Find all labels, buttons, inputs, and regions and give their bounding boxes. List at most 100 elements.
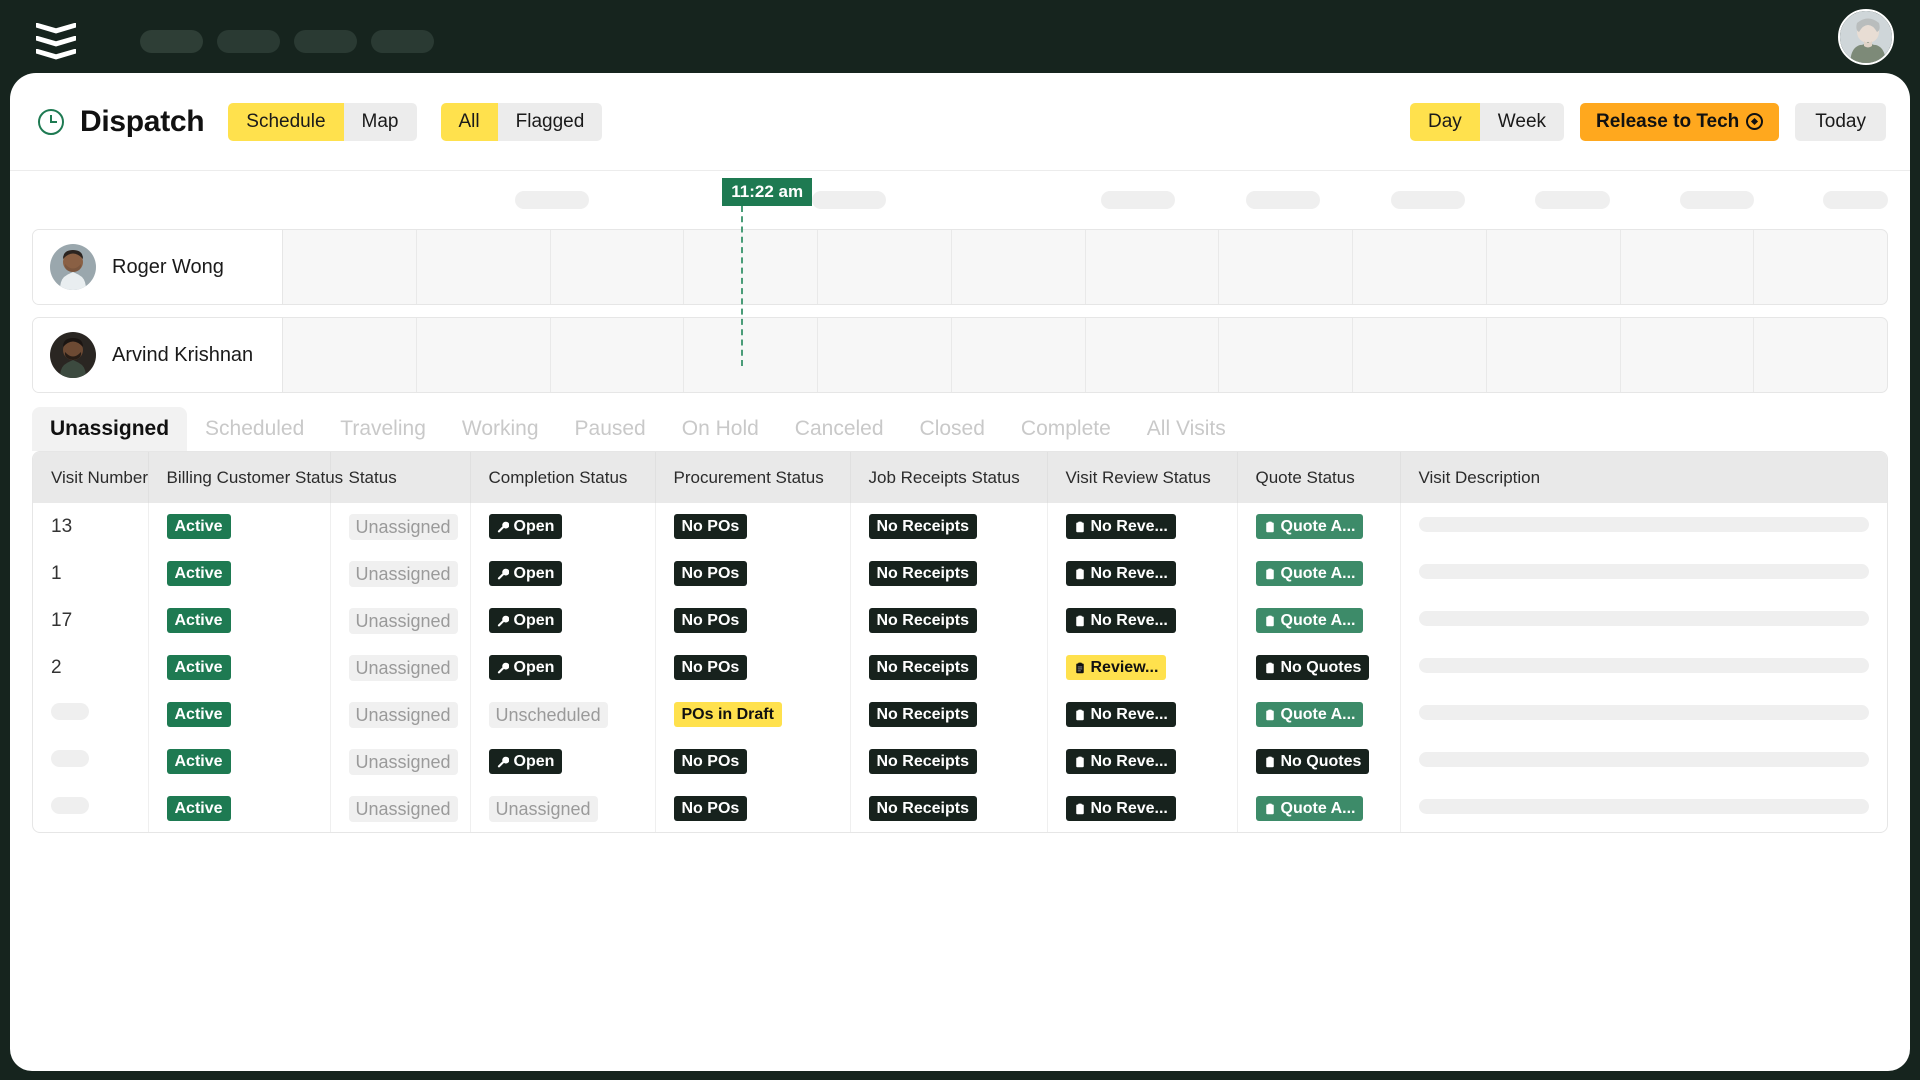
table-row[interactable]: Active Unassigned Unscheduled POs in Draft N… (33, 691, 1887, 738)
timeline-slot[interactable] (818, 318, 952, 392)
today-button[interactable]: Today (1795, 102, 1886, 141)
status-tab-canceled[interactable]: Canceled (777, 407, 902, 451)
cell-quote-status: Quote A... (1237, 597, 1401, 644)
visit-number-value: 1 (51, 562, 62, 584)
timeline-slot[interactable] (818, 230, 952, 304)
status-tab-all-visits[interactable]: All Visits (1129, 407, 1244, 451)
timeline-slot[interactable] (1219, 318, 1353, 392)
visit-review-status-badge-label: No Reve... (1090, 517, 1168, 535)
visit-number-placeholder (51, 703, 89, 720)
cell-billing-customer-status: Active (148, 738, 331, 785)
chevrons-logo[interactable] (34, 17, 78, 65)
timeline-slot[interactable] (417, 230, 551, 304)
timeline-slot[interactable] (1754, 230, 1887, 304)
timeline-axis: 11:22 am (32, 171, 1888, 229)
completion-status-badge-label: Open (513, 658, 555, 676)
column-header-visit-description[interactable]: Visit Description (1400, 452, 1887, 503)
cell-quote-status: No Quotes (1237, 738, 1401, 785)
status-tab-paused[interactable]: Paused (557, 407, 664, 451)
timeline-slot[interactable] (417, 318, 551, 392)
column-header-billing-customer-status[interactable]: Billing Customer Status (148, 452, 343, 503)
timeline-label-placeholder (1535, 191, 1610, 209)
view-toggle-schedule[interactable]: Schedule (228, 102, 344, 141)
status-tab-complete[interactable]: Complete (1003, 407, 1129, 451)
column-header-procurement-status[interactable]: Procurement Status (655, 452, 851, 503)
status-badge: Unassigned (348, 748, 458, 775)
status-tab-traveling[interactable]: Traveling (322, 407, 444, 451)
wrench-icon (497, 521, 509, 533)
quote-status-badge-label: Quote A... (1280, 611, 1356, 629)
completion-status-badge-label: Unassigned (495, 798, 591, 819)
table-row[interactable]: 1 Active Unassigned Open No POs No Receipts No… (33, 550, 1887, 597)
timeline-slot[interactable] (1086, 318, 1220, 392)
procurement-status-badge-label: No POs (681, 799, 740, 817)
timeline-slot[interactable] (551, 318, 685, 392)
table-row[interactable]: Active Unassigned Unassigned No POs No Recei… (33, 785, 1887, 832)
timeline-slot[interactable] (1754, 318, 1887, 392)
procurement-status-badge: POs in Draft (673, 702, 782, 727)
status-tab-scheduled[interactable]: Scheduled (187, 407, 322, 451)
nav-placeholder-item[interactable] (140, 29, 203, 53)
table-row[interactable]: 17 Active Unassigned Open No POs No Receipts N… (33, 597, 1887, 644)
quote-status-badge-label: Quote A... (1280, 564, 1356, 582)
technician-label: Roger Wong (33, 230, 283, 304)
filter-toggle-flagged[interactable]: Flagged (497, 102, 603, 141)
view-toggle-map[interactable]: Map (343, 102, 417, 141)
timeline-slot[interactable] (1621, 230, 1755, 304)
timeline-slot[interactable] (1219, 230, 1353, 304)
user-avatar[interactable] (1838, 9, 1894, 65)
job-receipts-status-badge-label: No Receipts (876, 517, 969, 535)
column-header-status[interactable]: Status (330, 452, 471, 503)
technician-timeline-slots (283, 230, 1887, 304)
status-tab-unassigned[interactable]: Unassigned (32, 407, 188, 451)
visit-number-placeholder (51, 797, 89, 814)
timeline-slot[interactable] (1487, 230, 1621, 304)
cell-job-receipts-status: No Receipts (850, 738, 1048, 785)
nav-placeholder-item[interactable] (294, 29, 357, 53)
nav-placeholder-item[interactable] (217, 29, 280, 53)
job-receipts-status-badge-label: No Receipts (876, 564, 969, 582)
nav-placeholder-item[interactable] (371, 29, 434, 53)
range-toggle-week[interactable]: Week (1479, 102, 1565, 141)
status-tab-closed[interactable]: Closed (902, 407, 1003, 451)
status-tab-working[interactable]: Working (444, 407, 557, 451)
status-tab-on-hold[interactable]: On Hold (664, 407, 777, 451)
column-header-visit-review-status[interactable]: Visit Review Status (1047, 452, 1238, 503)
technician-timeline-slots (283, 318, 1887, 392)
filter-toggle-all[interactable]: All (440, 102, 498, 141)
status-badge: Unassigned (348, 513, 458, 540)
cell-completion-status: Open (470, 644, 656, 691)
column-header-job-receipts-status[interactable]: Job Receipts Status (850, 452, 1048, 503)
cell-visit-number (33, 691, 149, 738)
timeline-slot[interactable] (952, 230, 1086, 304)
range-toggle-day[interactable]: Day (1410, 102, 1480, 141)
technician-row[interactable]: Arvind Krishnan (32, 317, 1888, 393)
visit-review-status-badge-label: No Reve... (1090, 611, 1168, 629)
visit-review-status-badge-label: No Reve... (1090, 705, 1168, 723)
cell-status: Unassigned (330, 503, 471, 550)
timeline-slot[interactable] (684, 230, 818, 304)
timeline-slot[interactable] (952, 318, 1086, 392)
job-receipts-status-badge: No Receipts (868, 702, 977, 727)
billing-customer-status-badge-label: Active (174, 799, 223, 817)
timeline-slot[interactable] (283, 230, 417, 304)
timeline-slot[interactable] (684, 318, 818, 392)
timeline-slot[interactable] (283, 318, 417, 392)
technician-row[interactable]: Roger Wong (32, 229, 1888, 305)
timeline-slot[interactable] (1621, 318, 1755, 392)
completion-status-badge: Open (488, 561, 563, 586)
column-header-completion-status[interactable]: Completion Status (470, 452, 656, 503)
column-header-visit-number[interactable]: Visit Number (33, 452, 149, 503)
release-to-tech-button[interactable]: Release to Tech (1580, 102, 1780, 141)
timeline-slot[interactable] (1086, 230, 1220, 304)
visit-review-status-badge-label: No Reve... (1090, 799, 1168, 817)
timeline-slot[interactable] (1353, 318, 1487, 392)
table-row[interactable]: Active Unassigned Open No POs No Receipts No … (33, 738, 1887, 785)
column-header-quote-status[interactable]: Quote Status (1237, 452, 1401, 503)
table-row[interactable]: 13 Active Unassigned Open No POs No Receipts N… (33, 503, 1887, 550)
timeline-slot[interactable] (551, 230, 685, 304)
timeline-slot[interactable] (1353, 230, 1487, 304)
quote-status-badge-label: Quote A... (1280, 705, 1356, 723)
timeline-slot[interactable] (1487, 318, 1621, 392)
table-row[interactable]: 2 Active Unassigned Open No POs No Receipts Re… (33, 644, 1887, 691)
